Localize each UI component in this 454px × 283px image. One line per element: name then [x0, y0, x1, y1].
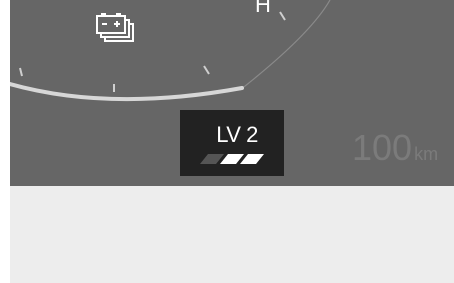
- gauge-letter: H: [255, 0, 271, 17]
- range-value: 100: [352, 127, 413, 168]
- assist-level-bars: [200, 154, 264, 164]
- instrument-cluster-figure: H LV 2 100 km: [0, 0, 454, 283]
- lower-blank-panel: [10, 186, 454, 283]
- level-bar-2: [220, 154, 244, 164]
- battery-warning-icon: [96, 13, 134, 42]
- range-readout: 100 km: [352, 130, 438, 166]
- level-bar-1: [200, 154, 224, 164]
- level-bar-3: [240, 154, 264, 164]
- range-unit: km: [414, 144, 439, 164]
- assist-level-indicator: LV 2: [180, 110, 284, 176]
- cluster-display: H LV 2 100 km: [10, 0, 454, 186]
- assist-level-label: LV 2: [216, 122, 258, 147]
